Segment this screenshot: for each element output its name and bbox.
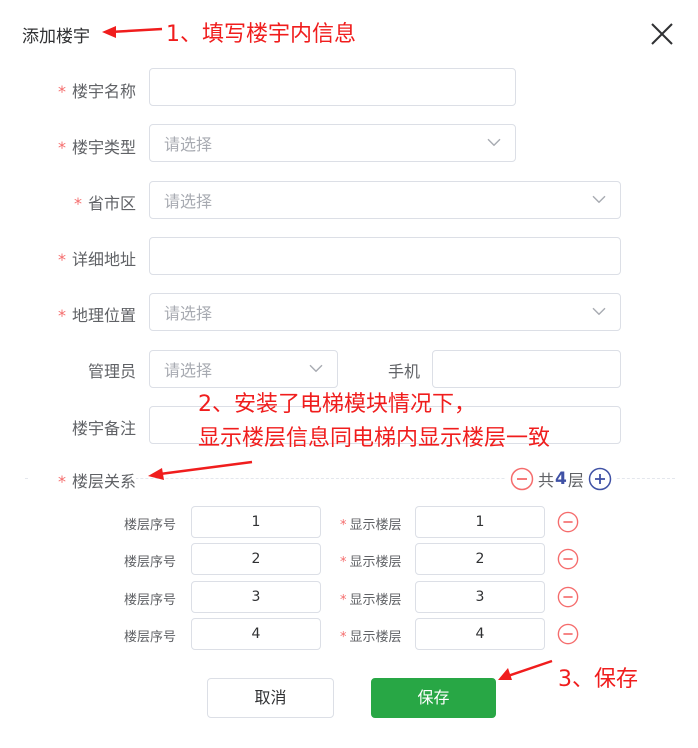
- remark-label: 楼宇备注: [71, 419, 136, 438]
- address-input[interactable]: [149, 237, 621, 275]
- required-mark: *: [57, 250, 66, 269]
- floor-display-input[interactable]: 2: [415, 543, 545, 575]
- chevron-down-icon: [309, 364, 323, 373]
- building-type-label: * 楼宇类型: [57, 138, 136, 157]
- chevron-down-icon: [487, 138, 501, 147]
- region-label: * 省市区: [73, 194, 136, 213]
- geo-location-select[interactable]: 请选择: [149, 293, 621, 331]
- annotation-step-2-line1: 2、安装了电梯模块情况下，: [198, 392, 476, 417]
- remove-row-icon[interactable]: [557, 511, 579, 533]
- annotation-step-3: 3、保存: [558, 667, 638, 692]
- floor-display-label: * 显示楼层: [340, 593, 402, 608]
- admin-select[interactable]: 请选择: [149, 350, 338, 388]
- phone-label: 手机: [387, 362, 420, 381]
- annotation-step-1: 1、填写楼宇内信息: [166, 22, 356, 47]
- floor-row: 楼层序号 4 * 显示楼层 4: [0, 618, 698, 650]
- floor-seq-input[interactable]: 4: [191, 618, 321, 650]
- floor-seq-label: 楼层序号: [124, 518, 177, 533]
- required-mark: *: [57, 138, 66, 157]
- remove-row-icon[interactable]: [557, 586, 579, 608]
- chevron-down-icon: [592, 195, 606, 204]
- floor-display-label: * 显示楼层: [340, 518, 402, 533]
- cancel-button[interactable]: 取消: [207, 678, 334, 718]
- region-select[interactable]: 请选择: [149, 181, 621, 219]
- geo-location-label: * 地理位置: [57, 306, 136, 325]
- required-mark: *: [73, 194, 82, 213]
- floor-seq-label: 楼层序号: [124, 593, 177, 608]
- address-label: * 详细地址: [57, 250, 136, 269]
- annotation-arrow-1: [102, 26, 163, 38]
- floor-seq-input[interactable]: 2: [191, 543, 321, 575]
- floor-display-label: * 显示楼层: [340, 630, 402, 645]
- floor-seq-label: 楼层序号: [124, 555, 177, 570]
- floor-display-input[interactable]: 3: [415, 581, 545, 613]
- floor-display-input[interactable]: 1: [415, 506, 545, 538]
- floor-total-prefix: 共: [538, 471, 555, 490]
- remove-row-icon[interactable]: [557, 623, 579, 645]
- floor-seq-input[interactable]: 3: [191, 581, 321, 613]
- dialog-title: 添加楼宇: [22, 27, 90, 47]
- floor-display-label: * 显示楼层: [340, 555, 402, 570]
- building-name-label: * 楼宇名称: [57, 82, 136, 101]
- floor-row: 楼层序号 2 * 显示楼层 2: [0, 543, 698, 575]
- remove-floor-icon[interactable]: [510, 467, 534, 491]
- remove-row-icon[interactable]: [557, 548, 579, 570]
- save-button[interactable]: 保存: [371, 678, 496, 718]
- building-name-input[interactable]: [149, 68, 516, 106]
- annotation-arrow-3: [498, 659, 553, 680]
- floor-counter: 共 4 层: [506, 466, 616, 492]
- floor-display-input[interactable]: 4: [415, 618, 545, 650]
- floor-total-suffix: 层: [567, 471, 584, 490]
- add-floor-icon[interactable]: [588, 467, 612, 491]
- floor-seq-label: 楼层序号: [124, 630, 177, 645]
- building-type-select[interactable]: 请选择: [149, 124, 516, 162]
- floor-relation-label: * 楼层关系: [30, 468, 136, 492]
- annotation-step-2-line2: 显示楼层信息同电梯内显示楼层一致: [198, 426, 551, 451]
- required-mark: *: [57, 82, 66, 101]
- floor-row: 楼层序号 3 * 显示楼层 3: [0, 581, 698, 613]
- floor-total-count: 4: [555, 469, 567, 489]
- floor-row: 楼层序号 1 * 显示楼层 1: [0, 506, 698, 538]
- floor-seq-input[interactable]: 1: [191, 506, 321, 538]
- chevron-down-icon: [592, 307, 606, 316]
- admin-label: 管理员: [87, 362, 136, 381]
- required-mark: *: [57, 472, 66, 491]
- required-mark: *: [57, 306, 66, 325]
- annotation-arrow-2: [148, 460, 253, 480]
- phone-input[interactable]: [432, 350, 621, 388]
- close-icon[interactable]: [650, 22, 674, 46]
